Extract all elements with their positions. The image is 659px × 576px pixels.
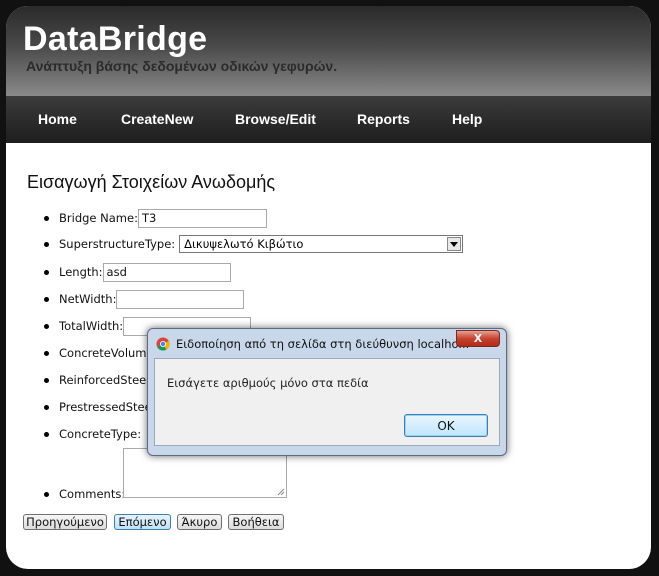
bullet-icon [44, 323, 49, 329]
superstructure-type-select[interactable]: Δικυψελωτό Κιβώτιο [179, 235, 464, 253]
prestressed-steel-label: PrestressedSteel [59, 400, 155, 414]
field-bridge-name: Bridge Name: T3 [44, 208, 267, 228]
next-button[interactable]: Επόμενο [114, 514, 171, 530]
bullet-icon [44, 431, 49, 437]
superstructure-type-label: SuperstructureType: [59, 237, 176, 251]
resize-grip-icon[interactable] [277, 488, 285, 496]
bullet-icon [44, 377, 49, 383]
ok-button[interactable]: OK [404, 414, 488, 437]
field-superstructure-type: SuperstructureType: Δικυψελωτό Κιβώτιο [44, 234, 464, 254]
alert-dialog: Ειδοποίηση από τη σελίδα στη διεύθυνση l… [147, 328, 507, 456]
field-net-width: NetWidth: [44, 289, 245, 309]
dialog-title: Ειδοποίηση από τη σελίδα στη διεύθυνση l… [176, 337, 470, 351]
dialog-message: Εισάγετε αριθμούς μόνο στα πεδία [167, 376, 369, 390]
site-header: DataBridge Ανάπτυξη βάσης δεδομένων οδικ… [6, 6, 651, 96]
bullet-icon [44, 241, 49, 247]
close-button[interactable]: X [456, 330, 500, 347]
browser-page: DataBridge Ανάπτυξη βάσης δεδομένων οδικ… [6, 6, 651, 569]
total-width-label: TotalWidth: [59, 319, 124, 333]
site-subtitle: Ανάπτυξη βάσης δεδομένων οδικών γεφυρών. [26, 58, 338, 74]
nav-item-createnew[interactable]: CreateNew [121, 111, 193, 127]
form-heading: Εισαγωγή Στοιχείων Ανωδομής [27, 172, 276, 192]
bridge-name-input[interactable]: T3 [137, 208, 267, 228]
nav-item-home[interactable]: Home [38, 111, 77, 127]
cancel-button[interactable]: Άκυρο [177, 514, 222, 530]
bullet-icon [44, 215, 49, 221]
nav-item-help[interactable]: Help [452, 111, 482, 127]
chrome-icon [156, 337, 170, 351]
superstructure-type-value: Δικυψελωτό Κιβώτιο [184, 237, 304, 251]
bullet-icon [44, 350, 49, 356]
site-title: DataBridge [23, 20, 208, 58]
previous-button[interactable]: Προηγούμενο [23, 514, 107, 530]
comments-label: Comments: [59, 487, 126, 501]
length-input[interactable]: asd [102, 262, 231, 282]
field-concrete-type: ConcreteType: [44, 424, 141, 444]
net-width-label: NetWidth: [59, 292, 117, 306]
field-concrete-volume: ConcreteVolume [44, 343, 154, 363]
field-reinforced-steel: ReinforcedSteel [44, 370, 149, 390]
bullet-icon [44, 491, 49, 497]
field-comments: Comments: [44, 484, 125, 504]
bullet-icon [44, 269, 49, 275]
length-label: Length: [59, 265, 103, 279]
bullet-icon [44, 404, 49, 410]
close-icon: X [473, 332, 483, 345]
reinforced-steel-label: ReinforcedSteel [59, 373, 150, 387]
help-button[interactable]: Βοήθεια [228, 514, 284, 530]
nav-item-reports[interactable]: Reports [357, 111, 410, 127]
bullet-icon [44, 296, 49, 302]
dialog-body: Εισάγετε αριθμούς μόνο στα πεδία OK [154, 358, 500, 446]
net-width-input[interactable] [116, 289, 245, 309]
bridge-name-label: Bridge Name: [59, 211, 138, 225]
field-prestressed-steel: PrestressedSteel [44, 397, 155, 417]
concrete-volume-label: ConcreteVolume [59, 346, 154, 360]
concrete-type-label: ConcreteType: [59, 427, 142, 441]
field-length: Length: asd [44, 262, 231, 282]
chevron-down-icon[interactable] [447, 237, 462, 251]
main-nav: Home CreateNew Browse/Edit Reports Help [6, 96, 651, 143]
nav-item-browse-edit[interactable]: Browse/Edit [235, 111, 316, 127]
